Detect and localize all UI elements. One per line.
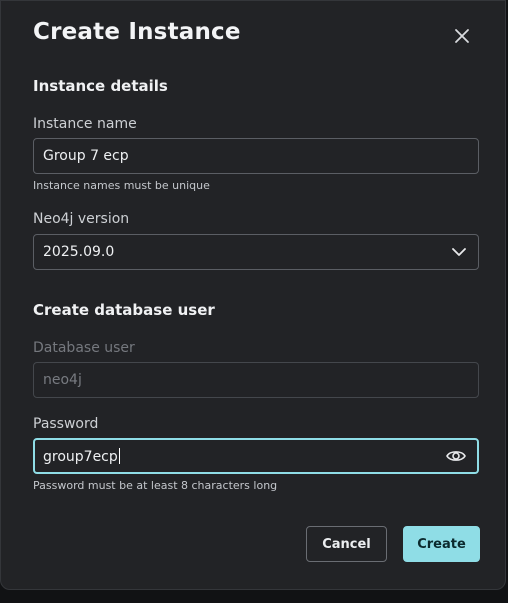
neo4j-version-label: Neo4j version: [33, 211, 130, 227]
password-value-wrap: group7ecp: [43, 447, 445, 465]
create-instance-dialog: Create Instance Instance details Instanc…: [0, 0, 506, 590]
database-user-label: Database user: [33, 340, 135, 356]
database-user-input: neo4j: [33, 362, 479, 398]
section-title-instance-details: Instance details: [33, 77, 168, 95]
close-icon[interactable]: [449, 23, 475, 49]
text-caret: [118, 447, 120, 464]
neo4j-version-select[interactable]: 2025.09.0: [33, 234, 479, 270]
chevron-down-icon: [450, 243, 468, 261]
neo4j-version-value: 2025.09.0: [43, 244, 115, 260]
instance-name-input[interactable]: Group 7 ecp: [33, 138, 479, 174]
password-value: group7ecp: [43, 448, 118, 465]
password-label: Password: [33, 416, 99, 432]
dialog-title: Create Instance: [33, 19, 241, 45]
password-helper: Password must be at least 8 characters l…: [33, 479, 278, 492]
eye-icon[interactable]: [445, 445, 467, 467]
cancel-button[interactable]: Cancel: [306, 526, 387, 562]
create-button[interactable]: Create: [403, 526, 480, 562]
instance-name-helper: Instance names must be unique: [33, 179, 210, 192]
instance-name-value: Group 7 ecp: [43, 148, 129, 164]
database-user-value: neo4j: [43, 372, 82, 388]
password-input[interactable]: group7ecp: [33, 438, 479, 474]
instance-name-label: Instance name: [33, 116, 137, 132]
section-title-database-user: Create database user: [33, 301, 215, 319]
